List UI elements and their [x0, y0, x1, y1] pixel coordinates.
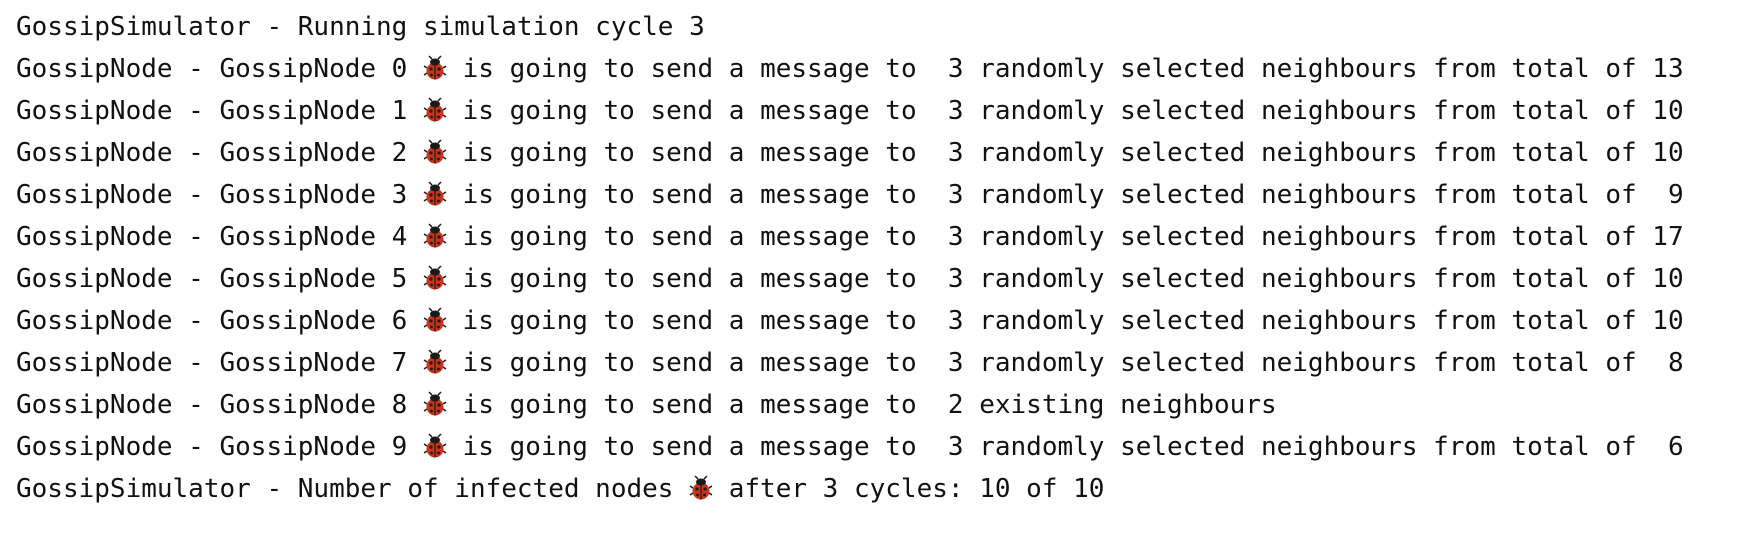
log-prefix: GossipNode - GossipNode 3: [16, 180, 423, 210]
log-line: GossipNode - GossipNode 2 is going to se…: [16, 132, 1736, 174]
console-output: GossipSimulator - Running simulation cyc…: [16, 6, 1736, 510]
log-line: GossipNode - GossipNode 9 is going to se…: [16, 426, 1736, 468]
ladybug-icon: [423, 433, 447, 458]
ladybug-icon: [423, 181, 447, 206]
log-line: GossipSimulator - Running simulation cyc…: [16, 6, 1736, 48]
log-prefix: GossipNode - GossipNode 5: [16, 264, 423, 294]
log-suffix: after 3 cycles: 10 of 10: [713, 474, 1105, 504]
ladybug-icon: [423, 139, 447, 164]
log-prefix: GossipNode - GossipNode 2: [16, 138, 423, 168]
log-prefix: GossipSimulator - Number of infected nod…: [16, 474, 690, 504]
log-line: GossipNode - GossipNode 6 is going to se…: [16, 300, 1736, 342]
ladybug-icon: [423, 97, 447, 122]
log-suffix: is going to send a message to 2 existing…: [447, 390, 1277, 420]
ladybug-icon: [423, 349, 447, 374]
log-suffix: is going to send a message to 3 randomly…: [447, 432, 1684, 462]
log-line: GossipNode - GossipNode 8 is going to se…: [16, 384, 1736, 426]
log-suffix: is going to send a message to 3 randomly…: [447, 96, 1684, 126]
log-prefix: GossipNode - GossipNode 4: [16, 222, 423, 252]
log-line: GossipNode - GossipNode 3 is going to se…: [16, 174, 1736, 216]
log-line: GossipNode - GossipNode 4 is going to se…: [16, 216, 1736, 258]
log-suffix: is going to send a message to 3 randomly…: [447, 138, 1684, 168]
ladybug-icon: [423, 55, 447, 80]
log-prefix: GossipNode - GossipNode 7: [16, 348, 423, 378]
log-suffix: is going to send a message to 3 randomly…: [447, 264, 1684, 294]
log-prefix: GossipNode - GossipNode 1: [16, 96, 423, 126]
log-line: GossipNode - GossipNode 0 is going to se…: [16, 48, 1736, 90]
ladybug-icon: [423, 223, 447, 248]
log-suffix: is going to send a message to 3 randomly…: [447, 348, 1684, 378]
ladybug-icon: [423, 307, 447, 332]
log-prefix: GossipNode - GossipNode 9: [16, 432, 423, 462]
log-line: GossipNode - GossipNode 1 is going to se…: [16, 90, 1736, 132]
log-suffix: is going to send a message to 3 randomly…: [447, 54, 1684, 84]
log-prefix: GossipNode - GossipNode 6: [16, 306, 423, 336]
ladybug-icon: [423, 265, 447, 290]
ladybug-icon: [689, 475, 713, 500]
log-suffix: is going to send a message to 3 randomly…: [447, 180, 1684, 210]
log-line: GossipNode - GossipNode 7 is going to se…: [16, 342, 1736, 384]
log-text: GossipSimulator - Running simulation cyc…: [16, 12, 705, 42]
log-line: GossipNode - GossipNode 5 is going to se…: [16, 258, 1736, 300]
log-prefix: GossipNode - GossipNode 0: [16, 54, 423, 84]
ladybug-icon: [423, 391, 447, 416]
log-suffix: is going to send a message to 3 randomly…: [447, 306, 1684, 336]
log-line: GossipSimulator - Number of infected nod…: [16, 468, 1736, 510]
log-suffix: is going to send a message to 3 randomly…: [447, 222, 1684, 252]
log-prefix: GossipNode - GossipNode 8: [16, 390, 423, 420]
